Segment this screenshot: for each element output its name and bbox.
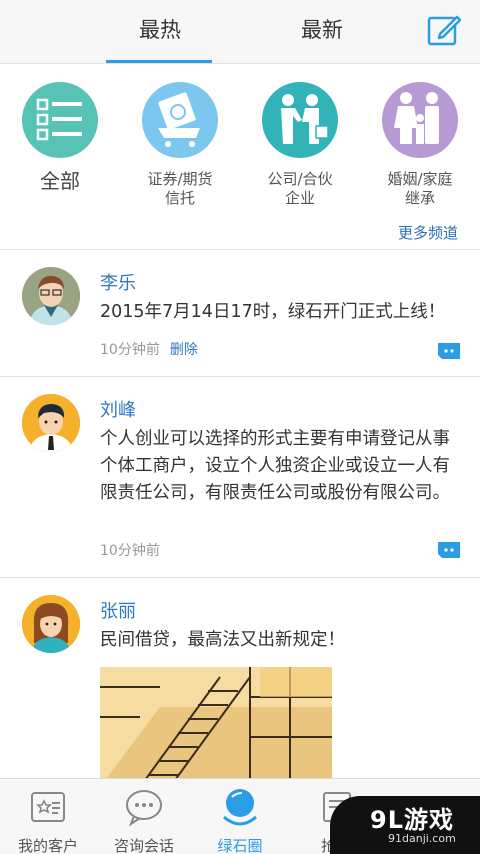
site-watermark: 9L游戏 91danji.com [330,796,480,854]
category-marriage[interactable]: 婚姻/家庭继承 [360,82,480,208]
avatar[interactable] [22,267,80,325]
category-securities[interactable]: 证券/期货信托 [120,82,240,208]
comment-icon[interactable] [438,343,460,359]
post-time: 10分钟前 [100,543,160,559]
nav-label: 咨询会话 [113,837,174,854]
compose-icon[interactable] [426,12,462,48]
post-content: 2015年7月14日17时，绿石开门正式上线！ [100,302,446,322]
watermark-logo: 9L游戏 [370,806,454,834]
post-time: 10分钟前 [100,342,160,358]
avatar[interactable] [22,394,80,452]
category-label: 全部 [40,169,80,193]
category-label: 证券/期货信托 [147,170,213,207]
list-icon [22,82,98,158]
comment-icon[interactable] [438,542,460,558]
tab-hot[interactable]: 最热 [100,0,220,64]
category-label: 公司/合伙企业 [267,170,333,207]
handshake-icon [262,82,338,158]
category-label: 婚姻/家庭继承 [387,170,453,207]
delete-link[interactable]: 删除 [170,342,198,358]
money-cart-icon [142,82,218,158]
family-icon [382,82,458,158]
more-channels-link[interactable]: 更多频道 [398,222,458,243]
customer-card-icon [31,792,65,822]
author-name[interactable]: 李乐 [100,269,136,295]
nav-my-customers[interactable]: 我的客户 [0,787,96,854]
category-section: 全部 证券/期货信托 公司/合伙企业 婚姻/家庭继承 更多频道 [0,64,480,250]
nav-label: 绿石圈 [217,837,263,854]
post-image[interactable] [100,667,332,787]
nav-label: 我的客户 [17,837,78,854]
chat-bubble-icon [126,790,162,827]
post-meta: 10分钟前 删除 [100,339,198,359]
avatar[interactable] [22,595,80,653]
tab-new[interactable]: 最新 [262,0,382,64]
post-content: 民间借贷，最高法又出新规定！ [100,630,345,650]
nav-green-stone-circle[interactable]: 绿石圈 [192,787,288,854]
category-all[interactable]: 全部 [0,82,120,191]
feed-post[interactable]: 刘峰 个人创业可以选择的形式主要有申请登记从事个体工商户，设立个人独资企业或设立… [0,378,480,578]
watermark-url: 91danji.com [388,832,456,845]
top-tab-bar: 最热 最新 [0,0,480,64]
feed-post[interactable]: 张丽 民间借贷，最高法又出新规定！ [0,579,480,787]
active-tab-indicator [106,60,212,63]
post-content: 个人创业可以选择的形式主要有申请登记从事个体工商户，设立个人独资企业或设立一人有… [100,429,450,503]
category-company[interactable]: 公司/合伙企业 [240,82,360,208]
feed-post[interactable]: 李乐 2015年7月14日17时，绿石开门正式上线！ 10分钟前 删除 [0,251,480,377]
green-stone-circle-icon [223,789,257,826]
nav-consult-chat[interactable]: 咨询会话 [96,787,192,854]
author-name[interactable]: 刘峰 [100,396,136,422]
author-name[interactable]: 张丽 [100,597,136,623]
